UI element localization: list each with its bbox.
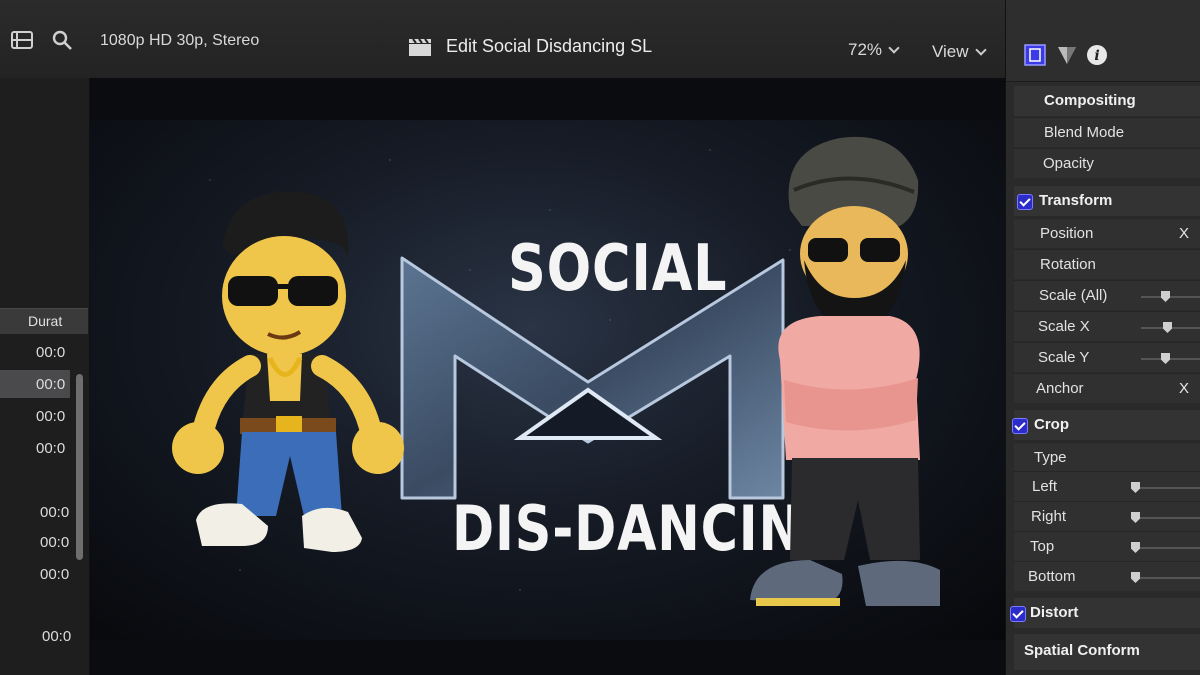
right-cartoon-character — [750, 136, 940, 606]
crop-top-row[interactable]: Top — [1014, 531, 1200, 561]
transform-checkbox[interactable] — [1017, 194, 1033, 210]
info-icon[interactable]: i — [1086, 44, 1108, 66]
scale-all-slider[interactable] — [1141, 291, 1200, 302]
zoom-value: 72% — [848, 40, 883, 59]
anchor-row[interactable]: Anchor X — [1014, 373, 1200, 403]
viewer-toolbar: 1080p HD 30p, Stereo Edit Social Disdanc… — [0, 0, 1005, 78]
distort-label: Distort — [1030, 604, 1079, 621]
slider-knob[interactable] — [1163, 322, 1172, 333]
clapperboard-icon — [409, 37, 431, 56]
section-crop[interactable]: Crop — [1012, 410, 1200, 440]
section-distort[interactable]: Distort — [1010, 598, 1200, 628]
duration-cell[interactable]: 00:0 — [36, 344, 65, 361]
crop-bottom-label: Bottom — [1028, 568, 1076, 585]
search-icon[interactable] — [50, 28, 74, 52]
scale-x-row[interactable]: Scale X — [1014, 311, 1200, 341]
slider-knob[interactable] — [1131, 482, 1140, 493]
scale-y-row[interactable]: Scale Y — [1014, 342, 1200, 372]
position-x-value[interactable]: X — [1179, 225, 1189, 242]
rotation-row[interactable]: Rotation — [1014, 249, 1200, 279]
slider-knob[interactable] — [1131, 542, 1140, 553]
crop-checkbox[interactable] — [1012, 418, 1028, 434]
duration-cell[interactable]: 00:0 — [40, 534, 69, 551]
crop-left-label: Left — [1032, 478, 1058, 495]
crop-top-slider[interactable] — [1131, 542, 1200, 553]
project-title-text: Edit Social Disdancing SL — [446, 36, 653, 56]
opacity-label: Opacity — [1043, 155, 1094, 172]
section-spatial-conform[interactable]: Spatial Conform — [1014, 634, 1200, 670]
browser-list: Durat 00:0 00:0 00:0 00:0 00:0 00:0 00:0… — [0, 78, 90, 675]
duration-cell-selected[interactable]: 00:0 — [0, 370, 70, 398]
crop-left-row[interactable]: Left — [1014, 471, 1200, 501]
scrollbar-thumb[interactable] — [76, 374, 83, 560]
duration-cell[interactable]: 00:0 — [40, 566, 69, 583]
rotation-label: Rotation — [1040, 256, 1096, 273]
scale-x-label: Scale X — [1038, 318, 1090, 335]
distort-checkbox[interactable] — [1010, 606, 1026, 622]
opacity-row[interactable]: Opacity — [1014, 148, 1200, 178]
crop-type-label: Type — [1034, 449, 1067, 466]
video-frame[interactable]: SOCIAL DIS-DANCING — [90, 120, 1005, 640]
format-label: 1080p HD 30p, Stereo — [100, 32, 260, 49]
slider-knob[interactable] — [1131, 512, 1140, 523]
crop-bottom-row[interactable]: Bottom — [1014, 561, 1200, 591]
video-inspector-icon[interactable] — [1024, 44, 1046, 66]
slider-knob[interactable] — [1161, 291, 1170, 302]
view-label: View — [932, 42, 969, 61]
svg-text:i: i — [1094, 48, 1099, 64]
crop-left-slider[interactable] — [1131, 482, 1200, 493]
inspector-panel: i Compositing Blend Mode Opacity Transfo… — [1005, 0, 1200, 675]
section-compositing[interactable]: Compositing — [1014, 86, 1200, 116]
duration-column-header[interactable]: Durat — [0, 308, 88, 334]
anchor-label: Anchor — [1036, 380, 1084, 397]
scale-x-slider[interactable] — [1141, 322, 1200, 333]
anchor-x-value[interactable]: X — [1179, 380, 1189, 397]
inspector-tabs: i — [1006, 0, 1200, 82]
scale-y-slider[interactable] — [1141, 353, 1200, 364]
project-title: Edit Social Disdancing SL — [408, 36, 652, 57]
duration-cell[interactable]: 00:0 — [36, 408, 65, 425]
crop-right-row[interactable]: Right — [1014, 501, 1200, 531]
crop-top-label: Top — [1030, 538, 1055, 555]
slider-knob[interactable] — [1131, 572, 1140, 583]
duration-cell[interactable]: 00:0 — [40, 504, 69, 521]
transform-label: Transform — [1039, 192, 1113, 209]
section-transform[interactable]: Transform — [1014, 186, 1200, 216]
scale-y-label: Scale Y — [1038, 349, 1090, 366]
view-dropdown[interactable]: View — [932, 42, 987, 62]
scale-all-row[interactable]: Scale (All) — [1014, 280, 1200, 310]
logo-top-text: SOCIAL — [508, 232, 728, 306]
crop-label: Crop — [1034, 416, 1069, 433]
blend-mode-label: Blend Mode — [1044, 124, 1125, 141]
duration-cell[interactable]: 00:0 — [36, 440, 65, 457]
left-cartoon-character — [172, 191, 404, 552]
crop-bottom-slider[interactable] — [1131, 572, 1200, 583]
duration-cell[interactable]: 00:0 — [42, 628, 71, 645]
position-label: Position — [1040, 225, 1094, 242]
spatial-conform-label: Spatial Conform — [1024, 642, 1140, 659]
blend-mode-row[interactable]: Blend Mode — [1014, 117, 1200, 147]
color-inspector-icon[interactable] — [1056, 44, 1078, 66]
zoom-dropdown[interactable]: 72% — [848, 40, 900, 60]
crop-type-row[interactable]: Type — [1014, 442, 1200, 472]
filmstrip-icon[interactable] — [10, 28, 34, 52]
scale-all-label: Scale (All) — [1039, 287, 1108, 304]
compositing-label: Compositing — [1044, 92, 1136, 109]
position-row[interactable]: Position X — [1014, 218, 1200, 248]
viewer-panel[interactable]: SOCIAL DIS-DANCING — [90, 78, 1005, 675]
chevron-down-icon — [974, 44, 987, 56]
crop-right-slider[interactable] — [1131, 512, 1200, 523]
crop-right-label: Right — [1031, 508, 1067, 525]
slider-knob[interactable] — [1161, 353, 1170, 364]
chevron-down-icon — [888, 42, 900, 54]
